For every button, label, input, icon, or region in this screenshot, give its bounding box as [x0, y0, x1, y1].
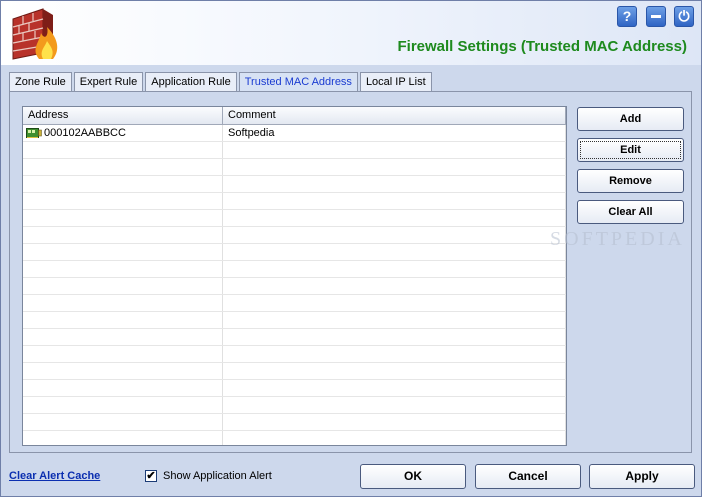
clear-alert-cache-link[interactable]: Clear Alert Cache: [9, 470, 100, 482]
tab-panel: Address Comment 000102AABBCC Softpedia A…: [9, 91, 692, 453]
tab-zone-rule[interactable]: Zone Rule: [9, 72, 72, 92]
empty-row: [23, 227, 566, 244]
column-header-comment[interactable]: Comment: [223, 107, 566, 124]
list-header: Address Comment: [23, 107, 566, 125]
empty-row: [23, 363, 566, 380]
network-card-icon: [26, 128, 42, 138]
tab-local-ip-list[interactable]: Local IP List: [359, 72, 432, 92]
empty-row: [23, 142, 566, 159]
remove-button[interactable]: Remove: [577, 169, 684, 193]
empty-row: [23, 329, 566, 346]
empty-row: [23, 159, 566, 176]
clear-all-button[interactable]: Clear All: [577, 200, 684, 224]
tab-expert-rule[interactable]: Expert Rule: [73, 72, 144, 92]
tab-application-rule[interactable]: Application Rule: [145, 72, 237, 92]
empty-row: [23, 244, 566, 261]
empty-row: [23, 397, 566, 414]
page-title: Firewall Settings (Trusted MAC Address): [397, 38, 688, 55]
empty-row: [23, 380, 566, 397]
edit-button-label: Edit: [580, 141, 681, 159]
empty-row: [23, 414, 566, 431]
edit-button[interactable]: Edit: [577, 138, 684, 162]
comment-cell: Softpedia: [223, 125, 566, 141]
checkbox-check-icon[interactable]: ✔: [145, 470, 157, 482]
apply-button[interactable]: Apply: [589, 464, 695, 489]
header-banner: Firewall Settings (Trusted MAC Address) …: [1, 1, 701, 65]
empty-row: [23, 261, 566, 278]
column-header-address[interactable]: Address: [23, 107, 223, 124]
address-text: 000102AABBCC: [44, 126, 126, 139]
help-button[interactable]: ?: [617, 6, 637, 27]
show-application-alert-checkbox[interactable]: ✔ Show Application Alert: [145, 470, 272, 482]
firewall-logo-icon: [12, 8, 58, 60]
empty-row: [23, 176, 566, 193]
empty-row: [23, 278, 566, 295]
cancel-button[interactable]: Cancel: [475, 464, 581, 489]
tab-bar: Zone Rule Expert Rule Application Rule T…: [9, 72, 434, 93]
firewall-settings-window: Firewall Settings (Trusted MAC Address) …: [0, 0, 702, 497]
empty-row: [23, 312, 566, 329]
question-mark-icon: ?: [622, 8, 632, 24]
minimize-button[interactable]: [646, 6, 666, 27]
power-icon: ⏻: [678, 8, 690, 24]
ok-button[interactable]: OK: [360, 464, 466, 489]
empty-row: [23, 431, 566, 445]
empty-row: [23, 295, 566, 312]
watermark: SOFTPEDIA: [550, 228, 685, 250]
table-row[interactable]: 000102AABBCC Softpedia: [23, 125, 566, 142]
tab-trusted-mac-address[interactable]: Trusted MAC Address: [238, 72, 358, 93]
add-button[interactable]: Add: [577, 107, 684, 131]
empty-row: [23, 193, 566, 210]
show-application-alert-label: Show Application Alert: [163, 470, 272, 482]
minimize-icon: [651, 15, 661, 18]
power-button[interactable]: ⏻: [674, 6, 694, 27]
empty-row: [23, 346, 566, 363]
empty-row: [23, 210, 566, 227]
mac-address-list[interactable]: Address Comment 000102AABBCC Softpedia: [22, 106, 567, 446]
address-cell: 000102AABBCC: [23, 125, 223, 141]
list-body: 000102AABBCC Softpedia: [23, 125, 566, 445]
